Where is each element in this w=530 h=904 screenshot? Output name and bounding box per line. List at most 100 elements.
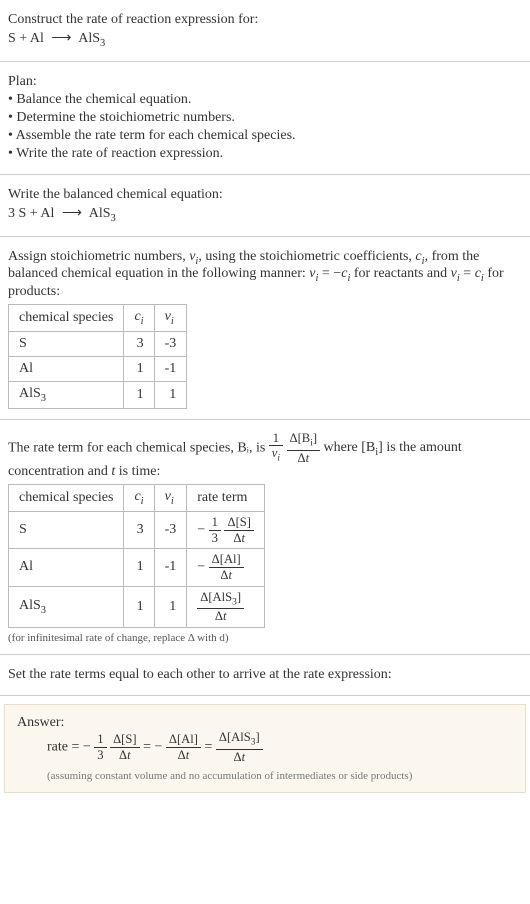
arrow-icon: ⟶ (58, 205, 86, 222)
delta-frac: Δ[AlS3]Δt (197, 591, 244, 624)
cell-v: -3 (154, 512, 187, 549)
table-row: S 3 -3 − 13 Δ[S]Δt (9, 512, 265, 549)
stoich-table: chemical species ci νi S 3 -3 Al 1 -1 Al… (8, 304, 187, 409)
col-species: chemical species (9, 485, 124, 512)
col-c: ci (124, 485, 154, 512)
cell-v: -1 (154, 356, 187, 381)
cell-v: 1 (154, 381, 187, 408)
frac-num: 1 (209, 516, 221, 531)
cell-rateterm: − 13 Δ[S]Δt (187, 512, 265, 549)
frac-num: 1 (94, 733, 106, 748)
answer-note: (assuming constant volume and no accumul… (47, 770, 513, 782)
frac-num: Δ[Bi] (287, 432, 321, 451)
cell-c: 3 (124, 512, 154, 549)
plan-item-text: Determine the stoichiometric numbers. (16, 110, 235, 125)
final-section: Set the rate terms equal to each other t… (0, 655, 530, 696)
final-title: Set the rate terms equal to each other t… (8, 667, 522, 683)
frac-one-over-nu: 1νi (269, 432, 283, 465)
stoich-section: Assign stoichiometric numbers, νi, using… (0, 237, 530, 420)
frac-den: 3 (209, 531, 221, 545)
reactant-al: Al (40, 206, 54, 221)
plan-item: • Balance the chemical equation. (8, 92, 522, 108)
frac-num: Δ[S] (224, 516, 254, 531)
rateterm-intro: The rate term for each chemical species,… (8, 432, 522, 481)
balanced-title: Write the balanced chemical equation: (8, 187, 522, 203)
cell-v: 1 (154, 586, 187, 628)
frac-den: Δt (287, 451, 321, 465)
delta-frac: Δ[Al]Δt (166, 733, 201, 761)
prompt-section: Construct the rate of reaction expressio… (0, 0, 530, 62)
frac-num: 1 (269, 432, 283, 447)
table-header-row: chemical species ci νi (9, 305, 187, 332)
coef-frac: 13 (209, 516, 221, 544)
table-row: Al 1 -1 (9, 356, 187, 381)
answer-expression: rate = − 13 Δ[S]Δt = − Δ[Al]Δt = Δ[AlS3]… (47, 731, 513, 764)
table-row: Al 1 -1 − Δ[Al]Δt (9, 549, 265, 586)
cell-species: S (9, 331, 124, 356)
table-row: S 3 -3 (9, 331, 187, 356)
col-v: νi (154, 485, 187, 512)
delta-frac: Δ[S]Δt (110, 733, 140, 761)
balanced-equation: 3 S + Al ⟶ AlS3 (8, 205, 522, 224)
cell-species: S (9, 512, 124, 549)
col-rateterm: rate term (187, 485, 265, 512)
frac-den: νi (269, 446, 283, 464)
plan-item: • Assemble the rate term for each chemic… (8, 128, 522, 144)
cell-c: 3 (124, 331, 154, 356)
stoich-intro: Assign stoichiometric numbers, νi, using… (8, 249, 522, 301)
table-header-row: chemical species ci νi rate term (9, 485, 265, 512)
cell-c: 1 (124, 586, 154, 628)
col-c: ci (124, 305, 154, 332)
plan-item-text: Assemble the rate term for each chemical… (16, 128, 296, 143)
arrow-icon: ⟶ (47, 30, 75, 47)
plan-item-text: Write the rate of reaction expression. (16, 146, 223, 161)
plan-item: • Determine the stoichiometric numbers. (8, 110, 522, 126)
frac-num: Δ[Al] (166, 733, 201, 748)
prompt-text: Construct the rate of reaction expressio… (8, 12, 522, 28)
frac-dBi-dt: Δ[Bi]Δt (287, 432, 321, 465)
table-row: AlS3 1 1 (9, 381, 187, 408)
plan-title: Plan: (8, 74, 522, 90)
frac-den: Δt (110, 748, 140, 762)
answer-box: Answer: rate = − 13 Δ[S]Δt = − Δ[Al]Δt =… (4, 704, 526, 793)
balanced-section: Write the balanced chemical equation: 3 … (0, 175, 530, 237)
cell-c: 1 (124, 356, 154, 381)
cell-species: AlS3 (9, 586, 124, 628)
cell-c: 1 (124, 549, 154, 586)
cell-v: -1 (154, 549, 187, 586)
product-als3: AlS3 (89, 206, 116, 221)
plan-item-text: Balance the chemical equation. (16, 92, 191, 107)
sign: − (197, 522, 205, 537)
frac-den: Δt (224, 531, 254, 545)
frac-num: Δ[AlS3] (197, 591, 244, 610)
table-row: AlS3 1 1 Δ[AlS3]Δt (9, 586, 265, 628)
cell-species: Al (9, 356, 124, 381)
frac-num: Δ[Al] (209, 553, 244, 568)
col-species: chemical species (9, 305, 124, 332)
frac-den: Δt (209, 568, 244, 582)
plan-item: • Write the rate of reaction expression. (8, 146, 522, 162)
plan-section: Plan: • Balance the chemical equation. •… (0, 62, 530, 175)
unbalanced-equation: S + Al ⟶ AlS3 (8, 30, 522, 49)
cell-v: -3 (154, 331, 187, 356)
frac-den: 3 (94, 748, 106, 762)
col-v: νi (154, 305, 187, 332)
cell-c: 1 (124, 381, 154, 408)
cell-rateterm: Δ[AlS3]Δt (187, 586, 265, 628)
rateterm-intro-pre: The rate term for each chemical species,… (8, 440, 269, 455)
reactant-al: Al (30, 31, 44, 46)
sign: − (83, 740, 91, 755)
answer-label: Answer: (17, 715, 513, 731)
cell-rateterm: − Δ[Al]Δt (187, 549, 265, 586)
frac-num: Δ[AlS3] (216, 731, 263, 750)
rateterm-section: The rate term for each chemical species,… (0, 420, 530, 655)
sign: − (154, 740, 162, 755)
coef-frac: 13 (94, 733, 106, 761)
reactant-s: S (19, 206, 27, 221)
product-als3: AlS3 (78, 31, 105, 46)
frac-num: Δ[S] (110, 733, 140, 748)
cell-species: AlS3 (9, 381, 124, 408)
rateterm-footnote: (for infinitesimal rate of change, repla… (8, 632, 522, 644)
reactant-s: S (8, 31, 16, 46)
frac-den: Δt (166, 748, 201, 762)
